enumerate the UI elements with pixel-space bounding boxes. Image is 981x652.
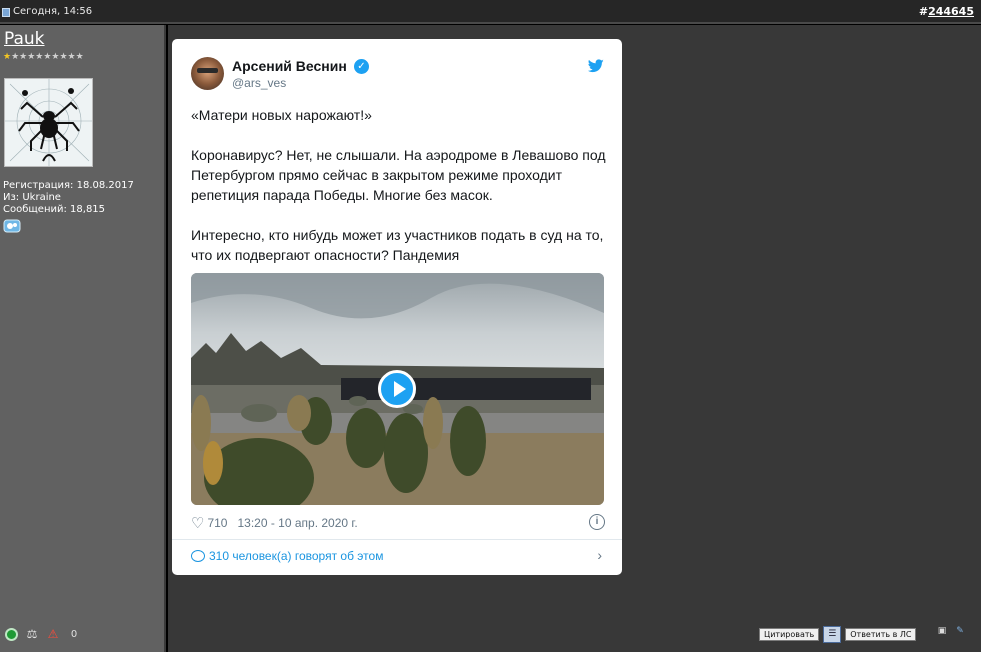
discussion-text: 310 человек(а) говорят об этом (209, 549, 384, 563)
edit-pen-icon[interactable]: ✎ (953, 626, 967, 638)
registration-date: Регистрация: 18.08.2017 (3, 180, 134, 191)
tweet-paragraph: «Матери новых нарожают!» (191, 107, 372, 123)
info-icon[interactable]: i (589, 514, 605, 530)
embedded-tweet[interactable]: Арсений Веснин ✓ @ars_ves «Матери новых … (172, 39, 622, 575)
twitter-bird-icon[interactable] (588, 59, 604, 73)
star-icon: ★ (3, 52, 12, 62)
tweet-author-name[interactable]: Арсений Веснин (232, 58, 347, 74)
video-play-button[interactable] (378, 370, 416, 408)
chevron-right-icon[interactable]: › (597, 547, 602, 563)
reply-pm-button[interactable]: Ответить в ЛС (845, 628, 917, 641)
avatar[interactable] (4, 78, 93, 167)
rating-stars: ★★★★★★★★★★ (3, 52, 84, 62)
tweet-author-avatar[interactable] (191, 57, 224, 90)
tweet-divider (172, 539, 622, 540)
author-location: Из: Ukraine (3, 192, 61, 203)
post-number-prefix: # (918, 5, 929, 18)
post-icon (2, 8, 10, 17)
like-count[interactable]: 710 (207, 516, 227, 530)
tweet-paragraph: Интересно, кто нибудь может из участнико… (191, 227, 604, 263)
reputation-scale-icon[interactable]: ⚖ (24, 626, 40, 642)
tweet-author-handle[interactable]: @ars_ves (232, 76, 286, 90)
author-sidebar: Pauk ★★★★★★★★★★ Регистрация: 18.08.2017 … (0, 25, 166, 652)
tweet-video[interactable] (191, 273, 604, 505)
tweet-paragraph: Коронавирус? Нет, не слышали. На аэродро… (191, 147, 606, 203)
verified-badge-icon: ✓ (354, 59, 369, 74)
tweet-datetime[interactable]: 13:20 - 10 апр. 2020 г. (237, 516, 357, 530)
bookmark-icon[interactable]: ▣ (935, 626, 949, 638)
online-status-icon (3, 626, 19, 642)
report-warning-icon[interactable]: ⚠ (45, 626, 61, 642)
spider-avatar-image (5, 79, 92, 166)
warnings-count-icon: 0 (70, 628, 78, 640)
author-info: Регистрация: 18.08.2017 Из: Ukraine Сооб… (3, 180, 134, 216)
discussion-link[interactable]: 310 человек(а) говорят об этом (191, 549, 383, 563)
contact-icon[interactable] (3, 218, 21, 233)
post-content: Арсений Веснин ✓ @ars_ves «Матери новых … (168, 25, 981, 652)
quote-button[interactable]: Цитировать (759, 628, 820, 641)
post-header: Сегодня, 14:56 #244645 (0, 0, 981, 24)
post-timestamp: Сегодня, 14:56 (13, 6, 93, 17)
author-status-icons: ⚖ ⚠ 0 (3, 626, 82, 642)
multiquote-icon[interactable]: ☰ (823, 626, 842, 643)
rating-stars-remaining: ★★★★★★★★★ (11, 52, 84, 62)
post-extra-actions: ▣ ✎ (935, 626, 967, 638)
post-number: 244645 (928, 5, 974, 18)
tweet-meta: ♡ 710 13:20 - 10 апр. 2020 г. (191, 514, 358, 532)
post-actions: Цитировать ☰ Ответить в ЛС (759, 626, 917, 643)
message-count: Сообщений: 18,815 (3, 204, 106, 215)
like-heart-icon[interactable]: ♡ (191, 514, 204, 532)
tweet-text: «Матери новых нарожают!» Коронавирус? Не… (191, 105, 606, 285)
post-number-link[interactable]: #244645 (919, 5, 974, 18)
username-link[interactable]: Pauk (4, 29, 45, 49)
speech-bubble-icon (191, 550, 205, 562)
